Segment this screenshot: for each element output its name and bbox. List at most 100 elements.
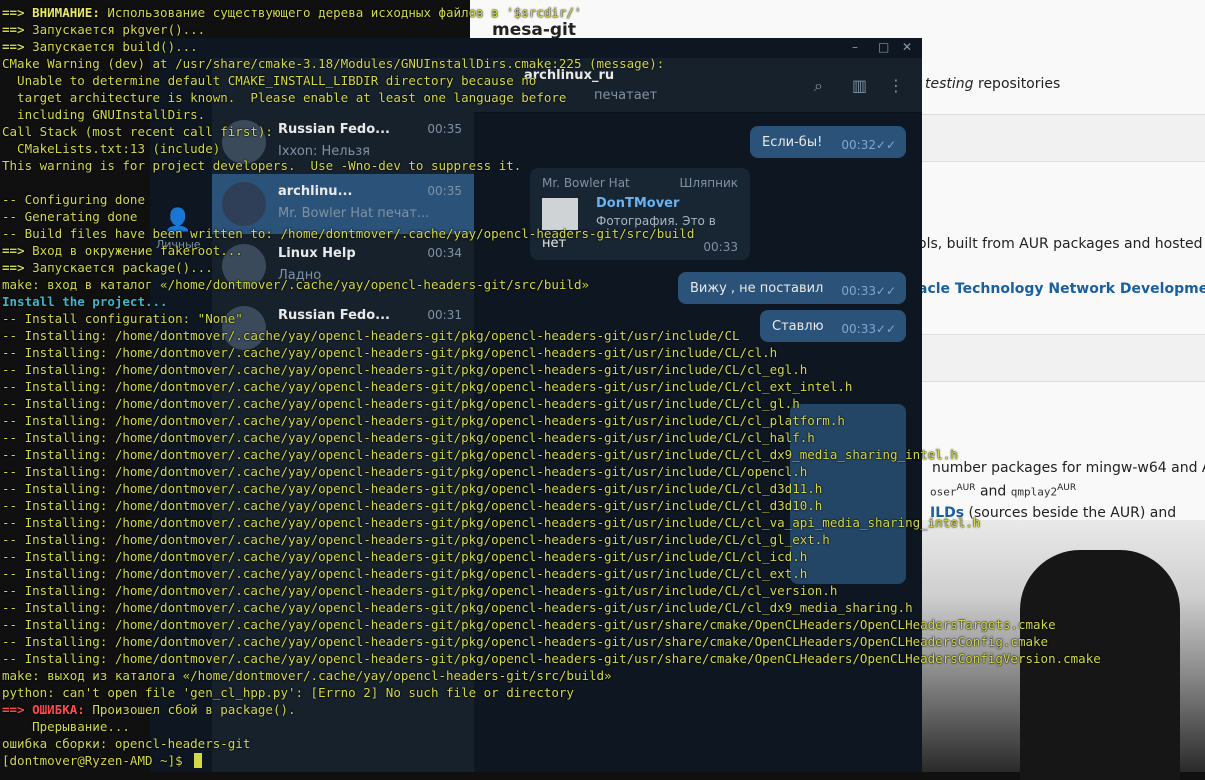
terminal-text: -- Install configuration: "None" <box>2 311 243 326</box>
terminal-line: -- Installing: /home/dontmover/.cache/ya… <box>2 446 1101 463</box>
terminal-line: -- Installing: /home/dontmover/.cache/ya… <box>2 650 1101 667</box>
terminal-line: make: выход из каталога «/home/dontmover… <box>2 667 1101 684</box>
terminal-line: -- Installing: /home/dontmover/.cache/ya… <box>2 565 1101 582</box>
terminal-text: target architecture is known. Please ena… <box>2 90 567 105</box>
terminal-text: ошибка сборки: opencl-headers-git <box>2 736 251 751</box>
terminal-line: target architecture is known. Please ena… <box>2 89 1101 106</box>
terminal-text: -- Installing: /home/dontmover/.cache/ya… <box>2 617 1056 632</box>
terminal-line: -- Installing: /home/dontmover/.cache/ya… <box>2 480 1101 497</box>
terminal-text: make: вход в каталог «/home/dontmover/.c… <box>2 277 589 292</box>
terminal-text: Вход в окружение fakeroot... <box>32 243 243 258</box>
terminal-text: -- Installing: /home/dontmover/.cache/ya… <box>2 481 823 496</box>
terminal-text: make: выход из каталога «/home/dontmover… <box>2 668 612 683</box>
terminal-text: -- Installing: /home/dontmover/.cache/ya… <box>2 430 815 445</box>
terminal-line: ==> Вход в окружение fakeroot... <box>2 242 1101 259</box>
terminal-text: -- Installing: /home/dontmover/.cache/ya… <box>2 413 845 428</box>
terminal-line: ==> Запускается build()... <box>2 38 1101 55</box>
terminal-text: -- Installing: /home/dontmover/.cache/ya… <box>2 379 853 394</box>
terminal-text: including GNUInstallDirs. <box>2 107 206 122</box>
terminal-line: -- Installing: /home/dontmover/.cache/ya… <box>2 378 1101 395</box>
terminal-line: -- Installing: /home/dontmover/.cache/ya… <box>2 395 1101 412</box>
terminal-text: Unable to determine default CMAKE_INSTAL… <box>2 73 537 88</box>
terminal-text: -- Installing: /home/dontmover/.cache/ya… <box>2 328 740 343</box>
terminal-text: Запускается build()... <box>32 39 198 54</box>
terminal-line: -- Installing: /home/dontmover/.cache/ya… <box>2 327 1101 344</box>
terminal-line: -- Build files have been written to: /ho… <box>2 225 1101 242</box>
terminal-text: -- Installing: /home/dontmover/.cache/ya… <box>2 583 838 598</box>
terminal-text: ВНИМАНИЕ: <box>32 5 100 20</box>
terminal-line: -- Installing: /home/dontmover/.cache/ya… <box>2 616 1101 633</box>
terminal-text: -- Build files have been written to: /ho… <box>2 226 695 241</box>
terminal-text: -- Installing: /home/dontmover/.cache/ya… <box>2 600 913 615</box>
terminal-window[interactable]: ==> ВНИМАНИЕ: Использование существующег… <box>0 0 1205 772</box>
terminal-line: Install the project... <box>2 293 1101 310</box>
terminal-line: -- Installing: /home/dontmover/.cache/ya… <box>2 514 1101 531</box>
terminal-line: ошибка сборки: opencl-headers-git <box>2 735 1101 752</box>
terminal-line: CMakeLists.txt:13 (include) <box>2 140 1101 157</box>
terminal-line: CMake Warning (dev) at /usr/share/cmake-… <box>2 55 1101 72</box>
terminal-line: python: can't open file 'gen_cl_hpp.py':… <box>2 684 1101 701</box>
prompt-arrow: ==> <box>2 39 33 54</box>
terminal-line: -- Installing: /home/dontmover/.cache/ya… <box>2 531 1101 548</box>
terminal-line: ==> ОШИБКА: Произошел сбой в package(). <box>2 701 1101 718</box>
terminal-text: -- Installing: /home/dontmover/.cache/ya… <box>2 345 778 360</box>
prompt-arrow: ==> <box>2 260 33 275</box>
terminal-output: ==> ВНИМАНИЕ: Использование существующег… <box>2 4 1101 769</box>
terminal-text: Прерывание... <box>2 719 130 734</box>
terminal-line: -- Installing: /home/dontmover/.cache/ya… <box>2 361 1101 378</box>
terminal-line: -- Configuring done <box>2 191 1101 208</box>
terminal-text: -- Generating done <box>2 209 138 224</box>
terminal-text: -- Installing: /home/dontmover/.cache/ya… <box>2 515 981 530</box>
terminal-line: -- Installing: /home/dontmover/.cache/ya… <box>2 497 1101 514</box>
terminal-text: -- Installing: /home/dontmover/.cache/ya… <box>2 532 830 547</box>
terminal-line: Call Stack (most recent call first): <box>2 123 1101 140</box>
terminal-line: -- Generating done <box>2 208 1101 225</box>
terminal-line: -- Installing: /home/dontmover/.cache/ya… <box>2 463 1101 480</box>
terminal-line: -- Installing: /home/dontmover/.cache/ya… <box>2 582 1101 599</box>
terminal-text: Запускается package()... <box>32 260 213 275</box>
terminal-text: ОШИБКА: <box>32 702 85 717</box>
terminal-line: ==> Запускается package()... <box>2 259 1101 276</box>
terminal-text: Использование существующего дерева исход… <box>99 5 582 20</box>
terminal-line: This warning is for project developers. … <box>2 157 1101 174</box>
terminal-line: Прерывание... <box>2 718 1101 735</box>
terminal-text: -- Installing: /home/dontmover/.cache/ya… <box>2 498 823 513</box>
terminal-text: [dontmover@Ryzen-AMD ~]$ <box>2 753 191 768</box>
terminal-line: ==> Запускается pkgver()... <box>2 21 1101 38</box>
terminal-text: CMakeLists.txt:13 (include) <box>2 141 221 156</box>
terminal-line: -- Installing: /home/dontmover/.cache/ya… <box>2 429 1101 446</box>
terminal-prompt[interactable]: [dontmover@Ryzen-AMD ~]$ <box>2 752 1101 769</box>
terminal-text: -- Installing: /home/dontmover/.cache/ya… <box>2 651 1101 666</box>
terminal-text: -- Installing: /home/dontmover/.cache/ya… <box>2 549 808 564</box>
terminal-text: CMake Warning (dev) at /usr/share/cmake-… <box>2 56 665 71</box>
terminal-line: -- Installing: /home/dontmover/.cache/ya… <box>2 633 1101 650</box>
terminal-text: -- Configuring done <box>2 192 145 207</box>
prompt-arrow: ==> <box>2 702 33 717</box>
terminal-line: ==> ВНИМАНИЕ: Использование существующег… <box>2 4 1101 21</box>
terminal-text: Произошел сбой в package(). <box>84 702 296 717</box>
terminal-line: -- Installing: /home/dontmover/.cache/ya… <box>2 412 1101 429</box>
prompt-arrow: ==> <box>2 243 33 258</box>
terminal-line: Unable to determine default CMAKE_INSTAL… <box>2 72 1101 89</box>
terminal-text: -- Installing: /home/dontmover/.cache/ya… <box>2 447 958 462</box>
terminal-text: Call Stack (most recent call first): <box>2 124 273 139</box>
terminal-text: Install the project... <box>2 294 168 309</box>
terminal-text: -- Installing: /home/dontmover/.cache/ya… <box>2 464 808 479</box>
terminal-line: -- Installing: /home/dontmover/.cache/ya… <box>2 344 1101 361</box>
terminal-text: Запускается pkgver()... <box>32 22 206 37</box>
terminal-text: This warning is for project developers. … <box>2 158 522 173</box>
prompt-arrow: ==> <box>2 5 33 20</box>
text-cursor <box>194 753 203 768</box>
terminal-line: -- Installing: /home/dontmover/.cache/ya… <box>2 548 1101 565</box>
terminal-text: -- Installing: /home/dontmover/.cache/ya… <box>2 362 808 377</box>
terminal-text: -- Installing: /home/dontmover/.cache/ya… <box>2 634 1049 649</box>
terminal-text: python: can't open file 'gen_cl_hpp.py':… <box>2 685 574 700</box>
terminal-text: -- Installing: /home/dontmover/.cache/ya… <box>2 566 808 581</box>
terminal-line: -- Installing: /home/dontmover/.cache/ya… <box>2 599 1101 616</box>
terminal-text: -- Installing: /home/dontmover/.cache/ya… <box>2 396 800 411</box>
terminal-line: make: вход в каталог «/home/dontmover/.c… <box>2 276 1101 293</box>
terminal-line: including GNUInstallDirs. <box>2 106 1101 123</box>
terminal-line: -- Install configuration: "None" <box>2 310 1101 327</box>
prompt-arrow: ==> <box>2 22 33 37</box>
